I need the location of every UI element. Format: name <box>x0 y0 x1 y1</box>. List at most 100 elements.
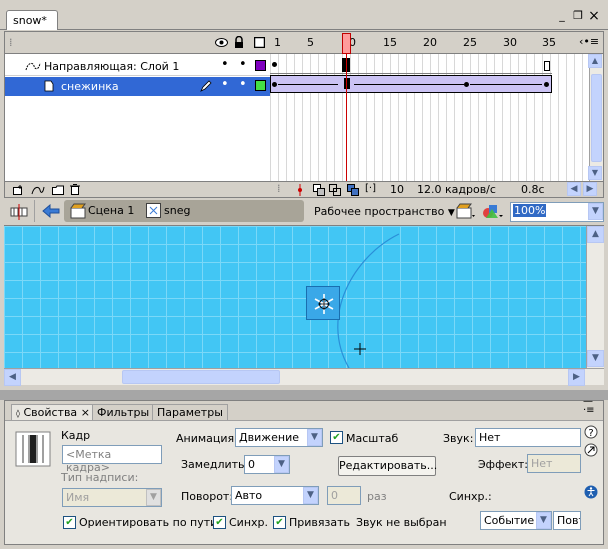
panel-menu-icon[interactable]: ·≡ <box>583 405 595 416</box>
delete-layer-icon[interactable] <box>70 184 80 195</box>
insert-layer-icon[interactable] <box>13 185 23 195</box>
chevron-down-icon[interactable]: ▼ <box>303 487 318 504</box>
snap-checkbox[interactable]: ✔ <box>273 516 286 529</box>
frame-number: 15 <box>383 36 397 49</box>
playhead[interactable] <box>342 33 351 54</box>
rotate-label: Поворот: <box>181 490 234 503</box>
layer-name[interactable]: Направляющая: Слой 1 <box>44 60 179 73</box>
sync-event-select[interactable]: Событие ▼ <box>480 511 552 530</box>
timeline-toggle-icon[interactable] <box>10 204 28 220</box>
ease-input[interactable]: 0 ▼ <box>244 455 290 474</box>
layer-row-snowflake[interactable]: снежинка • • <box>5 77 270 96</box>
timeline-menu-icon[interactable]: ‹•≡ <box>579 35 599 48</box>
layer-row-guide[interactable]: Направляющая: Слой 1 • • <box>5 57 270 76</box>
grip-icon[interactable]: ⁞ <box>9 36 14 49</box>
visibility-dot[interactable]: • <box>221 57 229 72</box>
center-frame-icon[interactable] <box>295 184 305 196</box>
tween-value: Движение <box>239 431 300 444</box>
chevron-down-icon[interactable]: ▼ <box>588 203 603 220</box>
scroll-thumb[interactable] <box>122 370 280 384</box>
document-tab-snow[interactable]: snow* <box>6 10 58 30</box>
scroll-thumb[interactable] <box>591 74 602 162</box>
scroll-down-icon[interactable]: ▼ <box>588 166 602 180</box>
outline-icon[interactable] <box>254 37 265 48</box>
crosshair-cursor-icon <box>354 343 366 355</box>
frames-grid[interactable] <box>270 54 592 184</box>
tab-parameters[interactable]: Параметры <box>152 404 228 420</box>
sound-select[interactable]: Нет <box>475 428 581 447</box>
close-icon[interactable]: × <box>588 9 600 23</box>
back-arrow-icon[interactable] <box>42 204 60 218</box>
lock-dot[interactable]: • <box>239 77 247 92</box>
add-motion-guide-icon[interactable] <box>31 185 45 195</box>
selected-keyframe[interactable] <box>344 78 350 89</box>
restore-icon[interactable]: ❐ <box>572 10 584 22</box>
end-frame[interactable] <box>544 61 550 71</box>
edit-scene-icon[interactable] <box>456 203 476 219</box>
lock-icon[interactable] <box>234 36 244 48</box>
scroll-up-icon[interactable]: ▲ <box>587 226 604 243</box>
guide-layer-icon <box>25 62 41 71</box>
frame-number: 25 <box>463 36 477 49</box>
zoom-select[interactable]: 100% ▼ <box>510 202 604 222</box>
code-hint-icon[interactable] <box>584 443 598 457</box>
snowflake-symbol[interactable] <box>306 286 340 320</box>
chevron-down-icon[interactable]: ▼ <box>307 429 322 446</box>
orient-to-path-checkbox[interactable]: ✔ <box>63 516 76 529</box>
scroll-right-icon[interactable]: ▶ <box>583 182 597 196</box>
workspace-menu[interactable]: Рабочее пространство ▼ <box>314 205 455 218</box>
scroll-right-icon[interactable]: ▶ <box>568 369 585 386</box>
tween-select[interactable]: Движение ▼ <box>235 428 323 447</box>
divider <box>34 200 35 222</box>
repeat-select[interactable]: Повт <box>553 511 581 530</box>
frame-name-input[interactable]: <Метка кадра> <box>62 445 162 474</box>
scroll-left-icon[interactable]: ◀ <box>567 182 581 196</box>
edit-button-label: Редактировать... <box>339 459 438 472</box>
help-icon[interactable]: ? <box>584 425 598 439</box>
visibility-dot[interactable]: • <box>221 77 229 92</box>
scale-checkbox[interactable]: ✔ <box>330 431 343 444</box>
tween-label: Анимация: <box>176 432 238 445</box>
scroll-left-icon[interactable]: ◀ <box>4 369 21 386</box>
stage-vscroll[interactable]: ▲ ▼ <box>586 226 604 368</box>
onion-outline-icon[interactable] <box>329 184 341 196</box>
symbol-link[interactable]: sneg <box>164 204 190 217</box>
stage-canvas[interactable] <box>4 226 586 368</box>
svg-text:?: ? <box>588 428 593 439</box>
sync-checkbox[interactable]: ✔ <box>213 516 226 529</box>
chevron-down-icon[interactable]: ▼ <box>274 456 289 473</box>
minimize-icon[interactable]: _ <box>556 10 568 22</box>
edit-symbols-icon[interactable] <box>482 203 504 219</box>
lock-dot[interactable]: • <box>239 57 247 72</box>
accessibility-icon[interactable] <box>584 485 598 499</box>
tab-filters[interactable]: Фильтры <box>92 404 155 420</box>
scroll-up-icon[interactable]: ▲ <box>588 54 602 68</box>
scene-link[interactable]: Сцена 1 <box>88 204 134 217</box>
scroll-down-icon[interactable]: ▼ <box>587 350 604 367</box>
keyframe[interactable] <box>272 82 277 87</box>
rotate-select[interactable]: Авто ▼ <box>231 486 319 505</box>
timeline-panel: ⁞ 1 5 10 15 20 25 30 35 ‹•≡ Направляющая… <box>4 31 604 198</box>
pencil-icon[interactable] <box>200 80 212 92</box>
keyframe[interactable] <box>544 82 549 87</box>
keyframe[interactable] <box>272 62 277 67</box>
timeline-vscroll[interactable]: ▲ ▼ <box>588 54 603 181</box>
sound-label: Звук: <box>443 432 474 445</box>
insert-folder-icon[interactable] <box>52 185 64 195</box>
close-icon[interactable]: × <box>81 406 90 419</box>
chevron-down-icon[interactable]: ▼ <box>536 512 551 529</box>
edit-ease-button[interactable]: Редактировать... <box>338 456 438 476</box>
rotate-times-input: 0 <box>327 486 361 505</box>
layer-name[interactable]: снежинка <box>61 80 119 93</box>
tab-label: Фильтры <box>97 406 150 419</box>
keyframe[interactable] <box>464 82 469 87</box>
onion-skin-icon[interactable] <box>313 184 325 196</box>
timeline-footer: ⁞ [·] 10 12.0 кадров/с 0.8с ◀ ▶ <box>5 181 603 197</box>
modify-markers-icon[interactable]: [·] <box>365 183 376 194</box>
edit-multiple-frames-icon[interactable] <box>347 184 359 196</box>
tab-properties[interactable]: ◊ Свойства × <box>11 404 95 420</box>
layer-color-swatch[interactable] <box>255 80 266 91</box>
stage-hscroll[interactable]: ◀ ▶ <box>4 368 604 386</box>
layer-color-swatch[interactable] <box>255 60 266 71</box>
eye-icon[interactable] <box>215 38 228 47</box>
